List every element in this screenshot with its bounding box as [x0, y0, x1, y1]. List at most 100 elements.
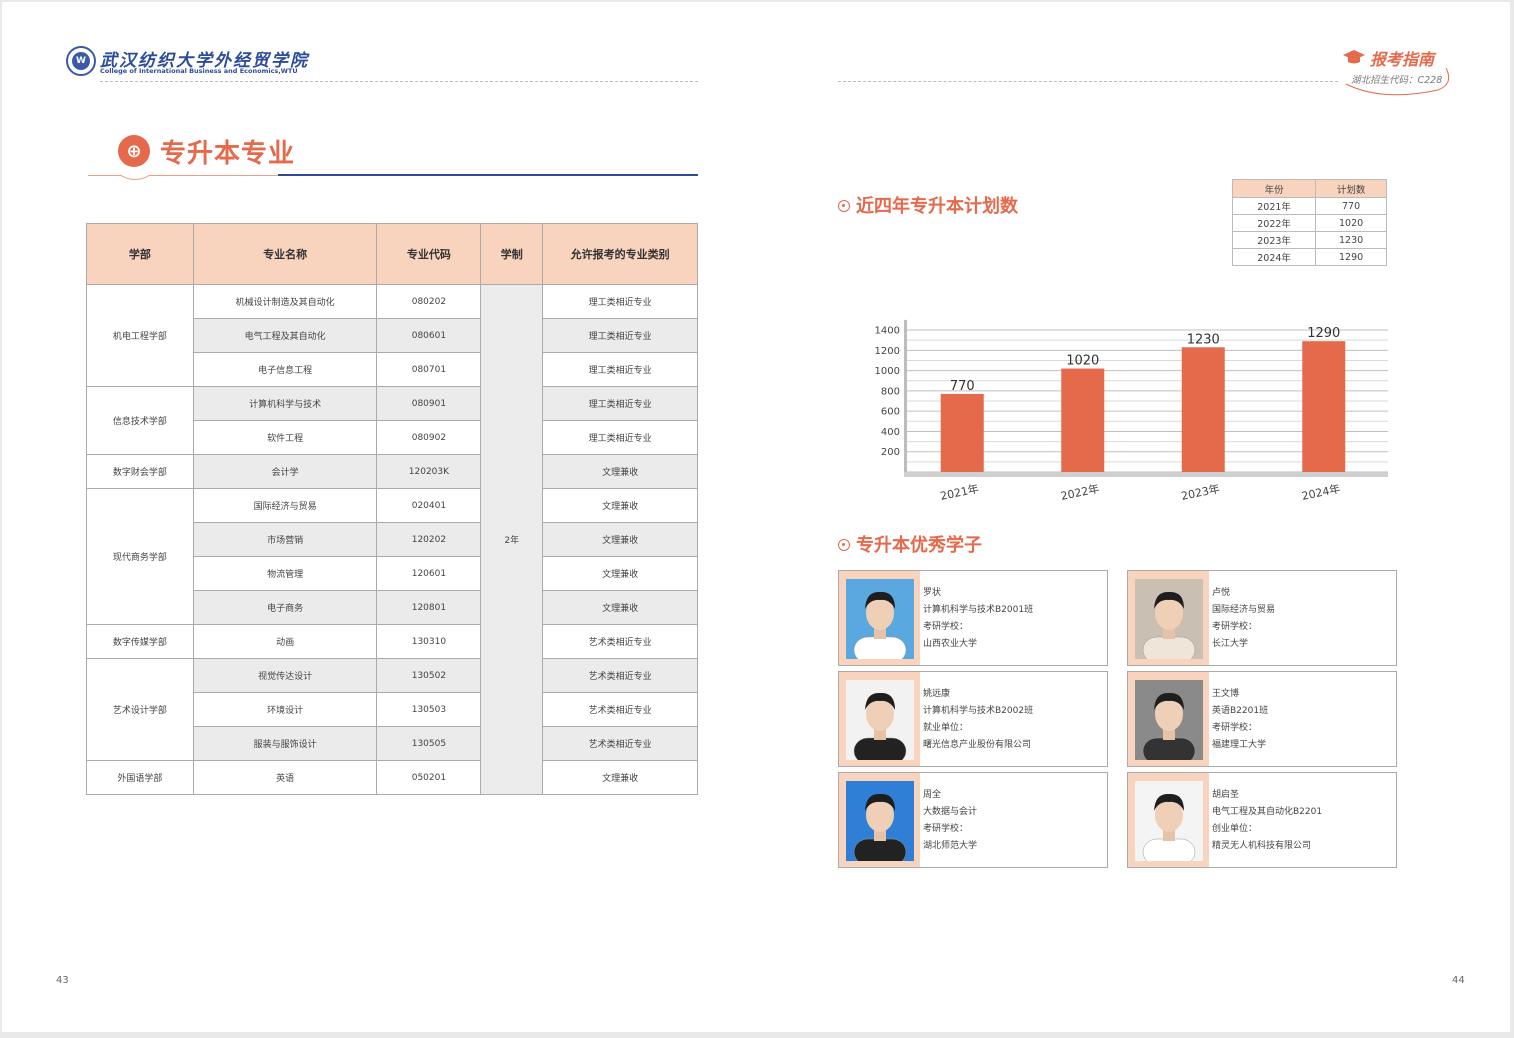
bar-value-label: 1230 — [1187, 332, 1220, 347]
target-dot-icon — [838, 539, 850, 551]
y-axis — [904, 319, 907, 476]
department-cell: 信息技术学部 — [86, 386, 194, 455]
plan-header-count: 计划数 — [1315, 179, 1387, 198]
category-cell: 理工类相近专业 — [542, 284, 698, 319]
college-name-en: College of International Business and Ec… — [100, 67, 298, 75]
majors-table: 学部 专业名称 专业代码 学制 允许报考的专业类别 机电工程学部 机械设计制造及其… — [86, 223, 698, 795]
table-row: 外国语学部 英语 050201 文理兼收 — [86, 760, 698, 795]
bar — [1061, 368, 1105, 472]
student-class: 电气工程及其自动化B2201 — [1212, 807, 1323, 817]
student-dest-label: 就业单位： — [923, 723, 969, 733]
y-tick-label: 1200 — [875, 346, 900, 357]
category-cell: 艺术类相近专业 — [542, 624, 698, 659]
major-name-cell: 电子信息工程 — [192, 352, 378, 387]
student-photo — [1135, 781, 1203, 861]
student-dest-label: 考研学校： — [923, 622, 969, 632]
department-cell: 数字财会学部 — [86, 454, 194, 489]
header-divider-right — [838, 81, 1338, 82]
photo-frame — [839, 571, 920, 665]
section-title: 专升本专业 — [160, 139, 296, 169]
student-photo — [1135, 680, 1203, 760]
header-department: 学部 — [86, 223, 194, 285]
major-name-cell: 计算机科学与技术 — [192, 386, 378, 421]
target-dot-icon — [838, 200, 850, 212]
major-name-cell: 环境设计 — [192, 692, 378, 727]
photo-frame — [1128, 773, 1209, 867]
y-tick-label: 1400 — [875, 326, 900, 337]
major-code-cell: 080202 — [376, 284, 482, 319]
bar-value-label: 770 — [950, 379, 975, 394]
plan-count-cell: 1020 — [1315, 214, 1387, 232]
table-row: 数字财会学部 会计学 120203K 文理兼收 — [86, 454, 698, 489]
header-duration: 学制 — [480, 223, 544, 285]
category-cell: 艺术类相近专业 — [542, 692, 698, 727]
student-dest-label: 创业单位： — [1212, 824, 1258, 834]
page-number-right: 44 — [1452, 975, 1465, 986]
student-info: 周全 大数据与会计 考研学校： 湖北师范大学 — [923, 787, 977, 855]
student-dest: 曙光信息产业股份有限公司 — [923, 740, 1032, 750]
major-name-cell: 物流管理 — [192, 556, 378, 591]
x-axis — [904, 472, 1388, 477]
y-tick-label: 1000 — [875, 366, 900, 377]
plan-row: 2024年 1290 — [1231, 248, 1387, 266]
student-dest-label: 考研学校： — [1212, 723, 1258, 733]
student-name: 胡启圣 — [1212, 790, 1240, 800]
table-row: 机电工程学部 机械设计制造及其自动化 080202 2年 理工类相近专业 — [86, 284, 698, 795]
student-class: 计算机科学与技术B2001班 — [923, 605, 1034, 615]
student-info: 罗状 计算机科学与技术B2001班 考研学校： 山西农业大学 — [923, 585, 1033, 653]
category-cell: 文理兼收 — [542, 590, 698, 625]
major-code-cell: 050201 — [376, 760, 482, 795]
student-photo — [846, 680, 914, 760]
plan-section-title: 近四年专升本计划数 — [838, 192, 1018, 218]
photo-frame — [1128, 571, 1209, 665]
student-name: 王文博 — [1212, 689, 1240, 699]
table-row: 数字传媒学部 动画 130310 艺术类相近专业 — [86, 624, 698, 659]
photo-frame — [839, 672, 920, 766]
category-cell: 理工类相近专业 — [542, 420, 698, 455]
department-cell: 艺术设计学部 — [86, 658, 194, 761]
header-category: 允许报考的专业类别 — [542, 223, 698, 285]
majors-table-body: 机电工程学部 机械设计制造及其自动化 080202 2年 理工类相近专业 电气工程及其自动… — [86, 284, 698, 795]
duration-cell: 2年 — [480, 284, 544, 795]
major-code-cell: 120202 — [376, 522, 482, 557]
header-major-name: 专业名称 — [192, 223, 378, 285]
plan-year-cell: 2023年 — [1231, 231, 1317, 249]
student-info: 王文博 英语B2201班 考研学校： 福建理工大学 — [1212, 686, 1268, 754]
department-cell: 机电工程学部 — [86, 284, 194, 387]
plan-year-cell: 2024年 — [1231, 248, 1317, 266]
department-cell: 数字传媒学部 — [86, 624, 194, 659]
major-name-cell: 软件工程 — [192, 420, 378, 455]
plan-title-text: 近四年专升本计划数 — [856, 196, 1018, 217]
student-info: 胡启圣 电气工程及其自动化B2201 创业单位： 精灵无人机科技有限公司 — [1212, 787, 1322, 855]
category-cell: 艺术类相近专业 — [542, 658, 698, 693]
student-dest: 湖北师范大学 — [923, 841, 978, 851]
student-photo — [846, 579, 914, 659]
table-row: 艺术设计学部 视觉传达设计 130502 艺术类相近专业 — [86, 658, 698, 761]
student-name: 卢悦 — [1212, 588, 1231, 598]
category-cell: 艺术类相近专业 — [542, 726, 698, 761]
plan-row: 2023年 1230 — [1231, 231, 1387, 249]
student-class: 计算机科学与技术B2002班 — [923, 706, 1034, 716]
page-number-left: 43 — [56, 975, 69, 986]
plan-count-cell: 1230 — [1315, 231, 1387, 249]
student-photo — [846, 781, 914, 861]
student-name: 姚远康 — [923, 689, 951, 699]
student-card: 胡启圣 电气工程及其自动化B2201 创业单位： 精灵无人机科技有限公司 — [1127, 772, 1397, 868]
student-class: 国际经济与贸易 — [1212, 605, 1276, 615]
badge-swoosh-decoration — [1345, 67, 1450, 96]
department-cell: 现代商务学部 — [86, 488, 194, 625]
plan-header-year: 年份 — [1231, 179, 1317, 198]
major-name-cell: 服装与服饰设计 — [192, 726, 378, 761]
student-class: 英语B2201班 — [1212, 706, 1269, 716]
category-cell: 文理兼收 — [542, 760, 698, 795]
students-title-text: 专升本优秀学子 — [856, 535, 982, 556]
major-name-cell: 国际经济与贸易 — [192, 488, 378, 523]
bar — [1181, 347, 1225, 472]
plan-row: 2021年 770 — [1231, 197, 1387, 215]
student-dest: 长江大学 — [1212, 639, 1249, 649]
student-class: 大数据与会计 — [923, 807, 978, 817]
plan-table: 年份 计划数 2021年 770 2022年 1020 2023年 1230 2024年 12… — [1231, 179, 1387, 266]
section-underline-notch — [120, 174, 150, 180]
brochure-spread: W 武汉纺织大学外经贸学院 College of International B… — [2, 2, 1510, 1032]
student-dest-label: 考研学校： — [923, 824, 969, 834]
